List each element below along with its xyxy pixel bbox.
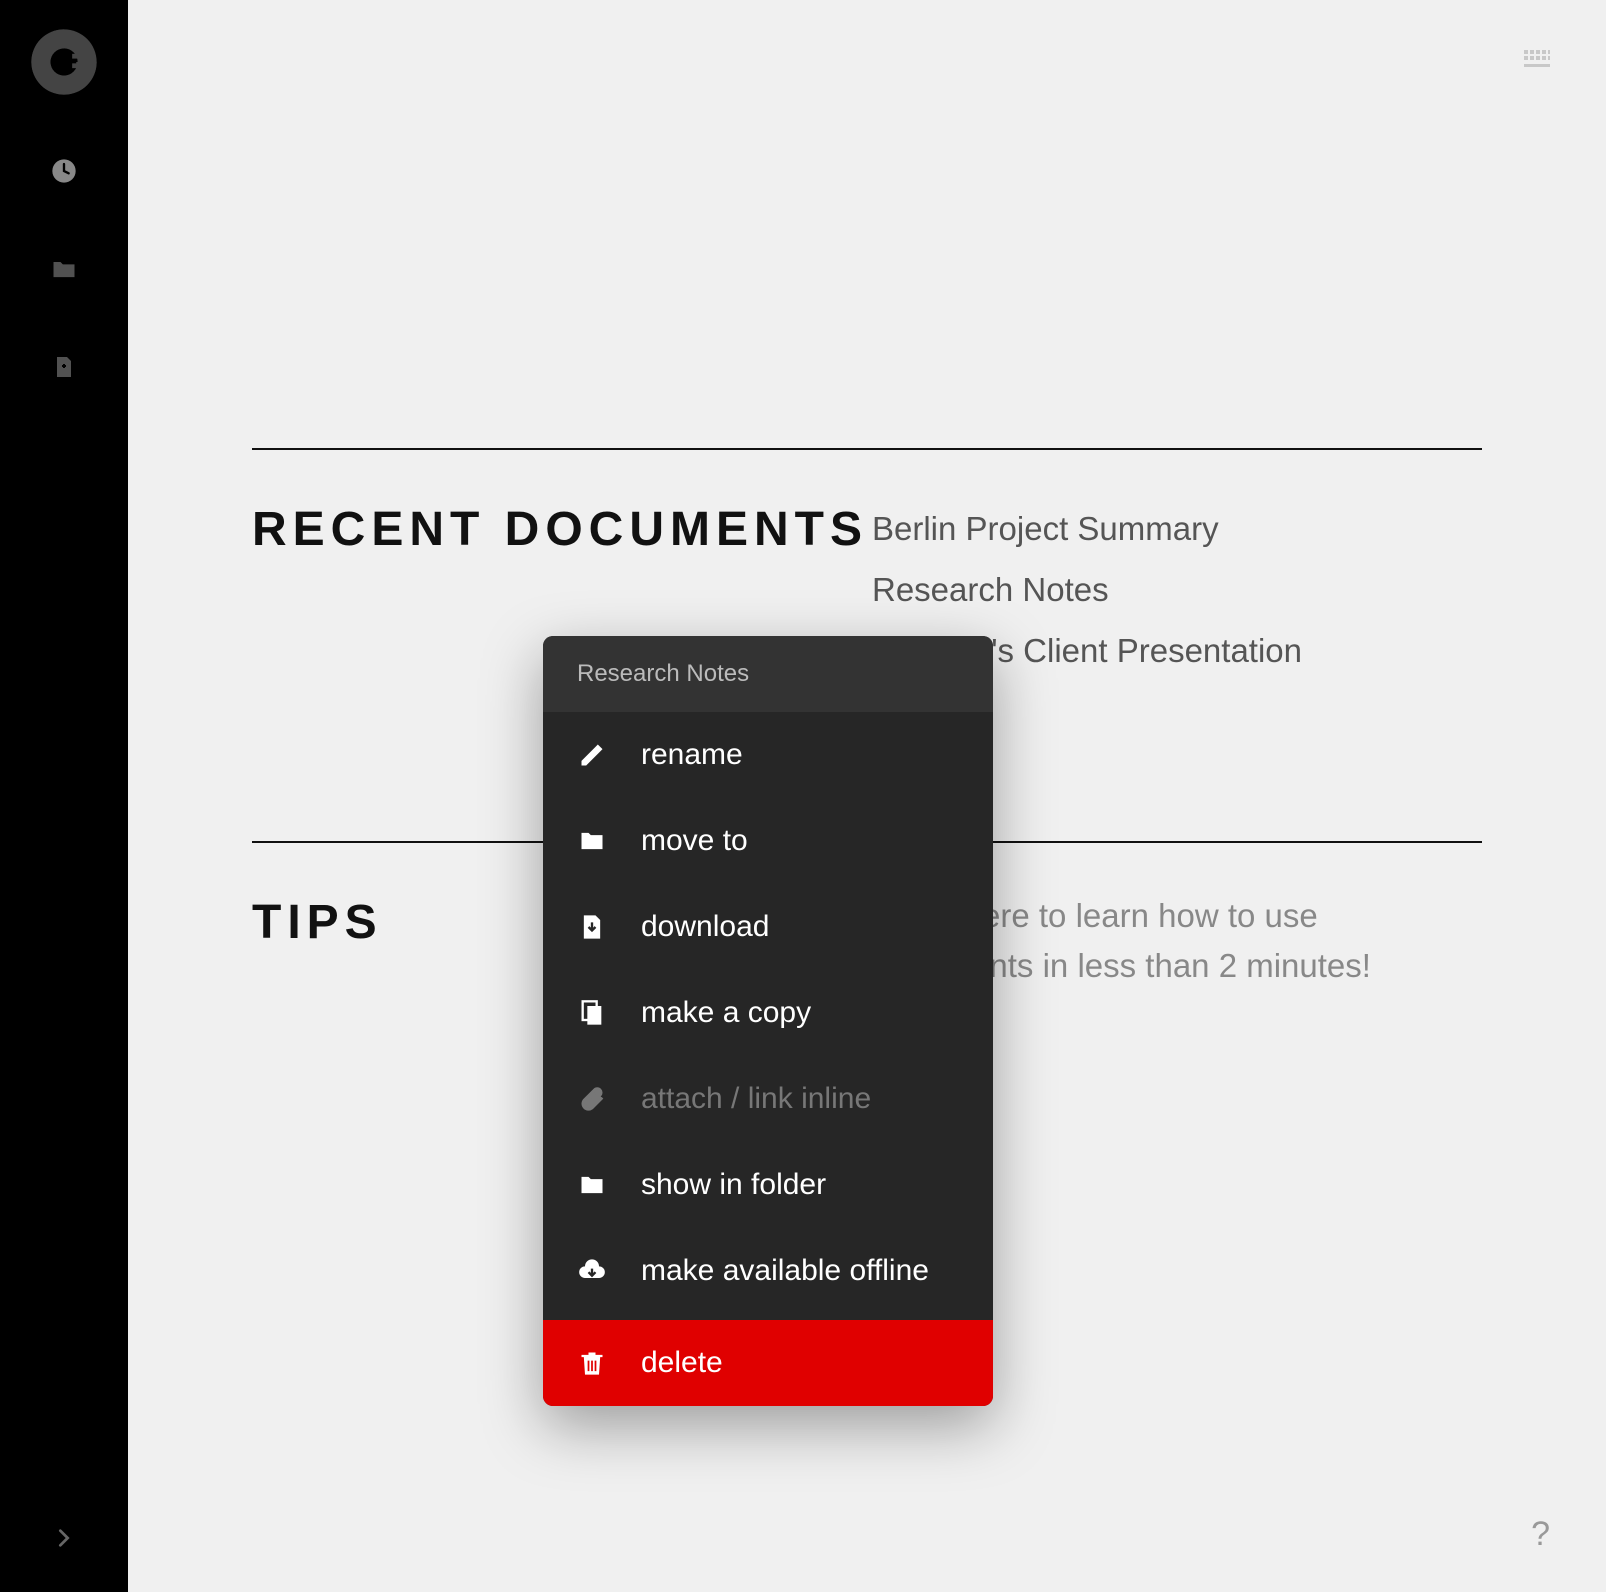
menu-item-offline[interactable]: make available offline <box>543 1228 993 1314</box>
menu-item-show-in-folder[interactable]: show in folder <box>543 1142 993 1228</box>
copy-icon <box>577 998 607 1028</box>
expand-sidebar-icon[interactable] <box>53 1527 75 1554</box>
sidebar <box>0 0 128 1592</box>
menu-item-move-to[interactable]: move to <box>543 798 993 884</box>
context-menu-title: Research Notes <box>543 636 993 712</box>
menu-item-label: attach / link inline <box>641 1082 871 1116</box>
menu-item-make-copy[interactable]: make a copy <box>543 970 993 1056</box>
menu-item-rename[interactable]: rename <box>543 712 993 798</box>
help-icon[interactable]: ? <box>1531 1515 1550 1554</box>
context-menu: Research Notes rename move to download m… <box>543 636 993 1406</box>
menu-item-label: download <box>641 910 769 944</box>
folder-icon <box>577 1170 607 1200</box>
menu-item-label: make a copy <box>641 996 811 1030</box>
cloud-download-icon <box>577 1256 607 1286</box>
folder-move-icon <box>577 826 607 856</box>
folder-nav-icon[interactable] <box>49 254 79 284</box>
new-doc-icon[interactable] <box>49 352 79 382</box>
menu-item-label: rename <box>641 738 743 772</box>
menu-item-label: make available offline <box>641 1254 929 1288</box>
menu-item-download[interactable]: download <box>543 884 993 970</box>
document-item[interactable]: Research Notes <box>872 559 1482 620</box>
main-area: RECENT DOCUMENTS Berlin Project Summary … <box>128 0 1606 1592</box>
rename-icon <box>577 740 607 770</box>
document-item[interactable]: Berlin Project Summary <box>872 498 1482 559</box>
trash-icon <box>577 1348 607 1378</box>
app-logo[interactable] <box>30 28 98 96</box>
keyboard-icon[interactable] <box>1524 50 1550 73</box>
attach-icon <box>577 1084 607 1114</box>
download-icon <box>577 912 607 942</box>
menu-item-attach: attach / link inline <box>543 1056 993 1142</box>
menu-item-delete[interactable]: delete <box>543 1320 993 1406</box>
recent-icon[interactable] <box>49 156 79 186</box>
menu-item-label: move to <box>641 824 748 858</box>
menu-item-label: delete <box>641 1346 723 1380</box>
menu-item-label: show in folder <box>641 1168 826 1202</box>
